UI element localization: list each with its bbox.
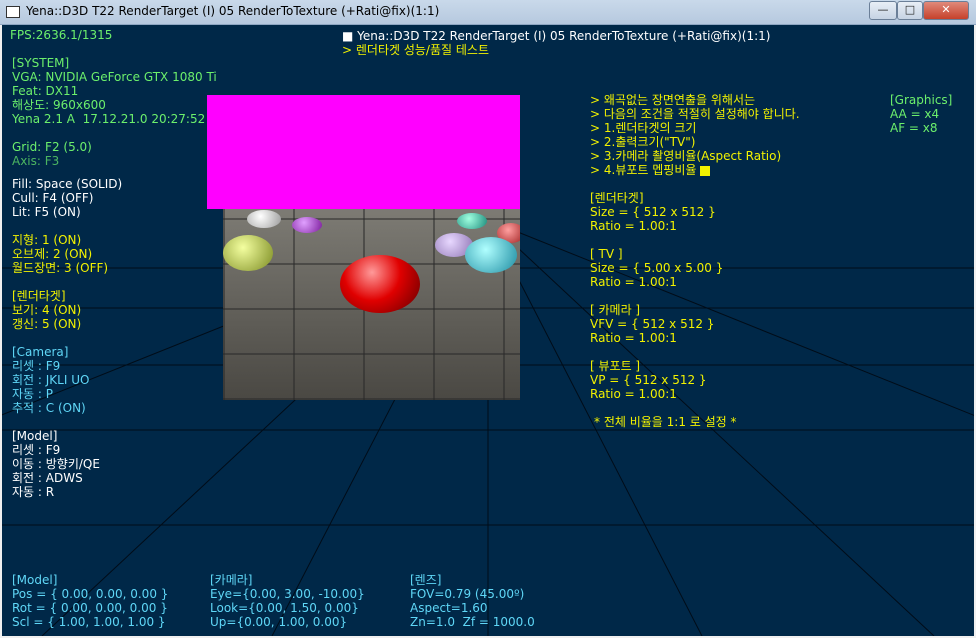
app-heading: ■ Yena::D3D T22 RenderTarget (I) 05 Rend… xyxy=(342,29,771,43)
model-move: 이동 : 방향키/QE xyxy=(12,457,100,471)
lens-aspect: Aspect=1.60 xyxy=(410,601,488,615)
rendertarget-show: 보기: 4 (ON) xyxy=(12,303,82,317)
terrain-toggle: 지형: 1 (ON) xyxy=(12,233,82,247)
model-rotate: 회전 : ADWS xyxy=(12,471,83,485)
notes-line-4: > 2.출력크기("TV") xyxy=(590,135,696,149)
resolution: 해상도: 960x600 xyxy=(12,98,106,112)
model-scale: Scl = { 1.00, 1.00, 1.00 } xyxy=(12,615,166,629)
render-viewport[interactable]: FPS:2636.1/1315 ■ Yena::D3D T22 RenderTa… xyxy=(2,25,974,636)
camera-vfv: VFV = { 512 x 512 } xyxy=(590,317,715,331)
notes-line-2: > 다음의 조건을 적절히 설정해야 합니다. xyxy=(590,107,800,121)
viewport-ratio: Ratio = 1.00:1 xyxy=(590,387,677,401)
vga-info: VGA: NVIDIA GeForce GTX 1080 Ti xyxy=(12,70,217,84)
feature-level: Feat: DX11 xyxy=(12,84,79,98)
rt-ratio: Ratio = 1.00:1 xyxy=(590,219,677,233)
camera-track: 추적 : C (ON) xyxy=(12,401,86,415)
camera-auto: 자동 : P xyxy=(12,387,53,401)
window-title: Yena::D3D T22 RenderTarget (I) 05 Render… xyxy=(26,4,440,18)
fill-mode: Fill: Space (SOLID) xyxy=(12,177,123,191)
camera-rotate: 회전 : JKLI UO xyxy=(12,373,90,387)
tv-section: [ TV ] xyxy=(590,247,623,261)
maximize-button[interactable]: □ xyxy=(897,1,923,20)
notes-line-3: > 1.렌더타겟의 크기 xyxy=(590,121,697,135)
title-bar[interactable]: Yena::D3D T22 RenderTarget (I) 05 Render… xyxy=(0,0,976,25)
fps-readout: FPS:2636.1/1315 xyxy=(10,28,113,42)
teapot-teal xyxy=(457,213,487,229)
app-window: Yena::D3D T22 RenderTarget (I) 05 Render… xyxy=(0,0,976,638)
model-auto: 자동 : R xyxy=(12,485,55,499)
teapot-cyan xyxy=(465,237,517,273)
notes-line-5: > 3.카메라 촬영비율(Aspect Ratio) xyxy=(590,149,782,163)
render-texture-quad xyxy=(207,95,520,400)
close-button[interactable]: ✕ xyxy=(923,1,969,20)
anti-aliasing: AA = x4 xyxy=(890,107,940,121)
tv-ratio: Ratio = 1.00:1 xyxy=(590,275,677,289)
bottom-camera-section: [카메라] xyxy=(210,573,253,587)
camera-info-section: [ 카메라 ] xyxy=(590,303,641,317)
camera-section: [Camera] xyxy=(12,345,69,359)
rt-size: Size = { 512 x 512 } xyxy=(590,205,716,219)
tv-size: Size = { 5.00 x 5.00 } xyxy=(590,261,724,275)
model-position: Pos = { 0.00, 0.00, 0.00 } xyxy=(12,587,169,601)
app-subheading: > 렌더타겟 성능/품질 테스트 xyxy=(342,43,489,57)
cull-mode: Cull: F4 (OFF) xyxy=(12,191,94,205)
lens-section: [렌즈] xyxy=(410,573,442,587)
viewport-size: VP = { 512 x 512 } xyxy=(590,373,707,387)
notes-line-1: > 왜곡없는 장면연출을 위해서는 xyxy=(590,93,756,107)
lens-clip-planes: Zn=1.0 Zf = 1000.0 xyxy=(410,615,535,629)
ratio-note: * 전체 비율을 1:1 로 설정 * xyxy=(594,415,737,429)
minimize-button[interactable]: — xyxy=(869,1,897,20)
teapot-white xyxy=(247,210,281,228)
model-reset: 리셋 : F9 xyxy=(12,443,61,457)
teapot-red xyxy=(340,255,420,313)
rendertarget-update: 갱신: 5 (ON) xyxy=(12,317,82,331)
camera-eye: Eye={0.00, 3.00, -10.00} xyxy=(210,587,365,601)
app-icon xyxy=(6,6,20,18)
system-section: [SYSTEM] xyxy=(12,56,70,70)
rendertarget-section: [렌더타겟] xyxy=(12,289,66,303)
viewport-section: [ 뷰포트 ] xyxy=(590,359,641,373)
lens-fov: FOV=0.79 (45.00º) xyxy=(410,587,525,601)
camera-reset: 리셋 : F9 xyxy=(12,359,61,373)
lighting-mode: Lit: F5 (ON) xyxy=(12,205,81,219)
model-rotation: Rot = { 0.00, 0.00, 0.00 } xyxy=(12,601,168,615)
axis-toggle: Axis: F3 xyxy=(12,154,60,168)
model-section: [Model] xyxy=(12,429,58,443)
rt-section: [렌더타겟] xyxy=(590,191,644,205)
teapot-yellow-green xyxy=(223,235,273,271)
world-scene-toggle: 월드장면: 3 (OFF) xyxy=(12,261,109,275)
camera-up: Up={0.00, 1.00, 0.00} xyxy=(210,615,348,629)
grid-toggle: Grid: F2 (5.0) xyxy=(12,140,92,154)
engine-version: Yena 2.1 A 17.12.21.0 20:27:52 xyxy=(12,112,206,126)
camera-ratio: Ratio = 1.00:1 xyxy=(590,331,677,345)
clear-color-area xyxy=(207,95,520,209)
object-toggle: 오브제: 2 (ON) xyxy=(12,247,93,261)
anisotropic-filter: AF = x8 xyxy=(890,121,938,135)
notes-line-6: > 4.뷰포트 멥핑비율 xyxy=(590,163,711,177)
camera-look: Look={0.00, 1.50, 0.00} xyxy=(210,601,359,615)
teapot-purple xyxy=(292,217,322,233)
yellow-square-icon xyxy=(700,165,711,176)
bottom-model-section: [Model] xyxy=(12,573,58,587)
graphics-section: [Graphics] xyxy=(890,93,953,107)
